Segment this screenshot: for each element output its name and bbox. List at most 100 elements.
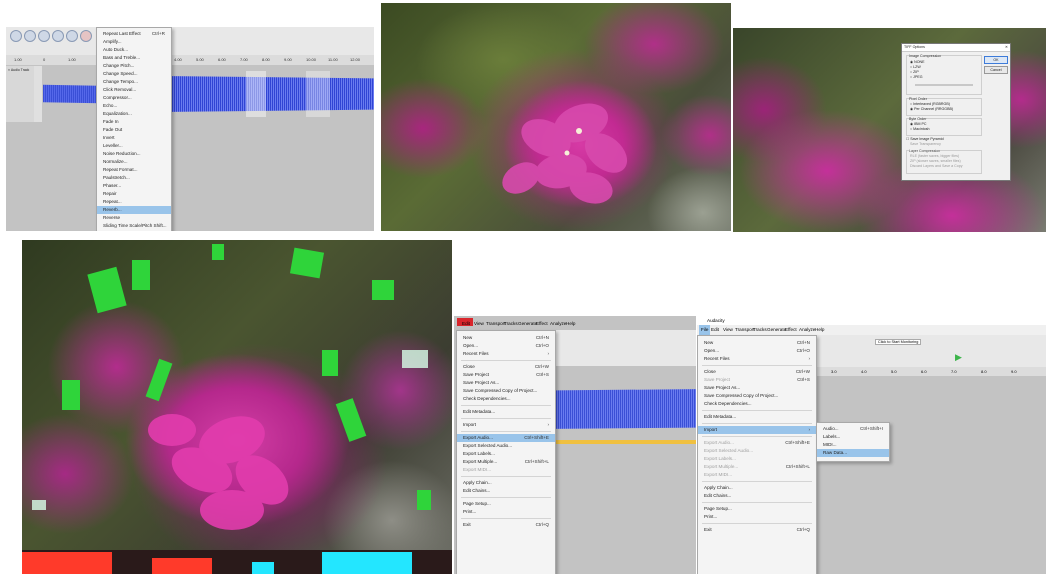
menu-item[interactable]: Repeat... [97,198,171,206]
menu-item[interactable]: Recent Files › [457,350,555,358]
timeline-ruler[interactable]: 3.0 4.0 5.0 6.0 7.0 8.0 9.0 [815,367,1046,376]
menu-item[interactable]: Normalize... [97,158,171,166]
cancel-button[interactable]: Cancel [984,66,1008,74]
radio-none[interactable]: ◉ NONE [910,60,925,64]
save-pyramid-checkbox[interactable]: ☐ Save Image Pyramid [906,137,944,141]
menu-transport[interactable]: Transport [735,325,755,335]
menu-item[interactable]: Import › [698,426,816,434]
menu-help[interactable]: Help [815,325,824,335]
menu-item[interactable]: Save Compressed Copy of Project... [457,387,555,395]
menu-item[interactable]: Save Project Ctrl+S [457,371,555,379]
menu-item[interactable]: Echo... [97,102,171,110]
menu-item[interactable]: Apply Chain... [698,484,816,492]
menu-generate[interactable]: Generate [518,318,537,330]
menu-item[interactable]: Audio... Ctrl+Shift+I [817,425,889,433]
menu-item[interactable]: New Ctrl+N [457,334,555,342]
ok-button[interactable]: OK [984,56,1008,64]
menu-help[interactable]: Help [566,318,575,330]
radio-macintosh[interactable]: ○ Macintosh [910,127,930,131]
menu-item[interactable]: Import › [457,421,555,429]
play-icon[interactable]: ▶ [955,353,962,362]
menu-item[interactable]: Edit Metadata... [698,413,816,421]
menu-item[interactable]: Open... Ctrl+O [698,347,816,355]
menu-item[interactable]: Paulstretch... [97,174,171,182]
menu-item[interactable]: Change Tempo... [97,78,171,86]
menu-item[interactable]: Repair [97,190,171,198]
menu-generate[interactable]: Generate [767,325,786,335]
menu-item[interactable]: Exit Ctrl+Q [698,526,816,534]
menu-item[interactable]: Edit Chains... [698,492,816,500]
radio-zip[interactable]: ○ ZIP [910,70,919,74]
menu-item[interactable]: Check Dependencies... [698,400,816,408]
menu-item[interactable]: Apply Chain... [457,479,555,487]
record-button[interactable] [80,30,92,42]
menu-item[interactable]: Raw Data... [817,449,889,457]
menu-item[interactable]: Reverse [97,214,171,222]
menu-edit[interactable]: Edit [711,325,719,335]
menu-item[interactable]: New Ctrl+N [698,339,816,347]
monitor-meter[interactable]: Click to Start Monitoring [875,339,922,345]
menu-item[interactable]: Change Speed... [97,70,171,78]
menu-item[interactable]: Invert [97,134,171,142]
menu-item[interactable]: Fade Out [97,126,171,134]
menu-item[interactable]: Compressor... [97,94,171,102]
menu-tracks[interactable]: Tracks [504,318,518,330]
menu-analyze[interactable]: Analyze [550,318,566,330]
radio-lzw[interactable]: ○ LZW [910,65,921,69]
track-control-panel[interactable]: × Audio Track [6,66,34,122]
menu-edit[interactable]: Edit [462,318,470,330]
menu-item[interactable]: Equalization... [97,110,171,118]
menu-item[interactable]: Page Setup... [698,505,816,513]
menu-analyze[interactable]: Analyze [799,325,815,335]
menu-item[interactable]: Page Setup... [457,500,555,508]
menu-view[interactable]: View [474,318,484,330]
play-button[interactable] [24,30,36,42]
skip-start-button[interactable] [52,30,64,42]
menu-item[interactable]: Click Removal... [97,86,171,94]
menu-effect[interactable]: Effect [536,318,548,330]
menu-item[interactable]: Check Dependencies... [457,395,555,403]
menu-view[interactable]: View [723,325,733,335]
track-name[interactable]: × Audio Track [8,68,29,72]
radio-layer-rle[interactable]: RLE (faster saves, bigger files) [910,154,959,158]
menu-item[interactable]: Close Ctrl+W [457,363,555,371]
menu-item[interactable]: Export Multiple... Ctrl+Shift+L [457,458,555,466]
pause-button[interactable] [10,30,22,42]
waveform[interactable] [43,84,99,104]
menu-item[interactable]: Export Selected Audio... [457,442,555,450]
radio-layer-discard[interactable]: Discard Layers and Save a Copy [910,164,963,168]
menu-item[interactable]: Recent Files › [698,355,816,363]
save-transparency-checkbox[interactable]: Save Transparency [910,142,941,146]
menu-item[interactable]: Save Project As... [457,379,555,387]
menu-item[interactable]: Auto Duck... [97,46,171,54]
menu-item[interactable]: Close Ctrl+W [698,368,816,376]
radio-ibm-pc[interactable]: ◉ IBM PC [910,122,927,126]
menu-item[interactable]: Bass and Treble... [97,54,171,62]
menu-tracks[interactable]: Tracks [753,325,767,335]
menu-item[interactable]: Edit Metadata... [457,408,555,416]
menu-file[interactable]: File [699,325,711,335]
menu-item[interactable]: Fade In [97,118,171,126]
waveform[interactable] [172,76,374,112]
menu-item[interactable]: Leveller... [97,142,171,150]
menu-item[interactable]: Save Project As... [698,384,816,392]
menu-item[interactable]: Change Pitch... [97,62,171,70]
menu-item[interactable]: Amplify... [97,38,171,46]
menu-item[interactable]: MIDI... [817,441,889,449]
menu-item[interactable]: Export Labels... [457,450,555,458]
close-icon[interactable]: ✕ [1005,44,1008,51]
radio-per-channel[interactable]: ◉ Per Channel (RRGGBB) [910,107,953,111]
menu-item[interactable]: Noise Reduction... [97,150,171,158]
menu-item[interactable]: Exit Ctrl+Q [457,521,555,529]
menu-effect[interactable]: Effect [785,325,797,335]
menu-item[interactable]: Edit Chains... [457,487,555,495]
stop-button[interactable] [38,30,50,42]
menu-item[interactable]: Print... [698,513,816,521]
radio-interleaved[interactable]: ○ Interleaved (RGBRGB) [910,102,950,106]
menu-item[interactable]: Phaser... [97,182,171,190]
timeline-ruler[interactable]: 1.00 0 1.00 4.00 5.00 6.00 7.00 8.00 9.0… [6,55,374,65]
menu-item[interactable]: Sliding Time Scale/Pitch Shift... [97,222,171,230]
radio-jpeg[interactable]: ○ JPEG [910,75,923,79]
menu-item[interactable]: Reverb... [97,206,171,214]
menu-transport[interactable]: Transport [486,318,506,330]
